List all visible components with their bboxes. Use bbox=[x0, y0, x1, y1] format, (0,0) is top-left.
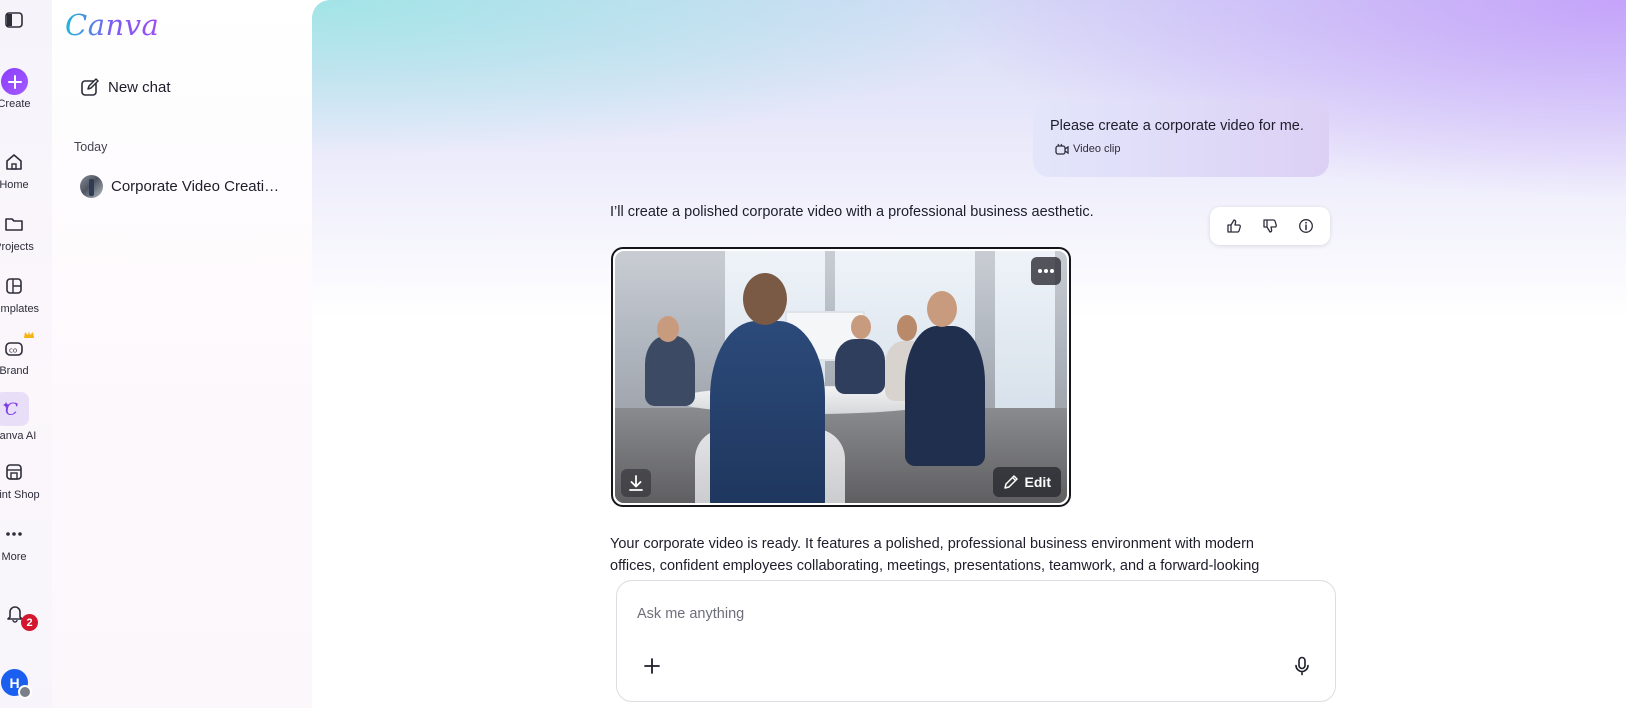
video-clip-icon bbox=[1055, 143, 1069, 155]
video-more-options-button[interactable] bbox=[1031, 257, 1061, 285]
thumbs-down-button[interactable] bbox=[1259, 215, 1281, 237]
home-icon bbox=[0, 148, 28, 176]
rail-item-label: More bbox=[1, 551, 27, 563]
download-icon bbox=[629, 475, 643, 491]
video-scene-person bbox=[645, 336, 695, 406]
generated-video-card[interactable]: Edit bbox=[611, 247, 1071, 507]
notification-badge: 2 bbox=[21, 614, 38, 631]
thumbs-down-icon bbox=[1263, 219, 1277, 233]
svg-text:co: co bbox=[9, 347, 17, 355]
edit-label: Edit bbox=[1024, 474, 1051, 490]
history-item-title: Corporate Video Creati… bbox=[111, 177, 280, 195]
create-button[interactable] bbox=[1, 68, 28, 95]
history-section-heading: Today bbox=[74, 140, 108, 154]
pencil-icon bbox=[1003, 475, 1018, 489]
canva-ai-app: Create Home Projects Templates co Brand bbox=[0, 0, 1626, 708]
history-thumbnail bbox=[80, 174, 103, 198]
rail-item-label: Home bbox=[0, 179, 29, 191]
chat-main: Please create a corporate video for me. … bbox=[312, 0, 1626, 708]
compose-icon bbox=[81, 78, 99, 96]
video-scene-person-head bbox=[657, 316, 679, 342]
chat-history-panel bbox=[52, 0, 312, 708]
user-message-text: Please create a corporate video for me. bbox=[1050, 118, 1304, 134]
user-message-bubble: Please create a corporate video for me. … bbox=[1033, 99, 1329, 177]
video-scene-person-head bbox=[897, 315, 917, 341]
info-icon bbox=[1299, 219, 1313, 233]
feedback-toolbar bbox=[1210, 207, 1330, 245]
thumbs-up-button[interactable] bbox=[1223, 215, 1245, 237]
plus-icon bbox=[644, 658, 660, 674]
rail-item-more[interactable]: More bbox=[0, 520, 52, 580]
rail-item-canva-ai[interactable]: C Canva AI bbox=[0, 392, 52, 452]
add-attachment-button[interactable] bbox=[639, 653, 665, 679]
video-scene-person-head bbox=[851, 315, 871, 339]
folder-icon bbox=[0, 210, 28, 238]
rail-item-templates[interactable]: Templates bbox=[0, 272, 52, 332]
rail-item-brand[interactable]: co Brand bbox=[0, 331, 52, 394]
video-scene-person bbox=[710, 321, 825, 503]
rail-item-projects[interactable]: Projects bbox=[0, 210, 52, 270]
templates-icon bbox=[0, 272, 28, 300]
video-scene-person bbox=[905, 326, 985, 466]
download-button[interactable] bbox=[621, 469, 651, 497]
more-horizontal-icon bbox=[1038, 269, 1054, 273]
voice-input-button[interactable] bbox=[1289, 653, 1315, 679]
sidebar-toggle-button[interactable] bbox=[4, 10, 24, 30]
team-avatar bbox=[18, 685, 32, 699]
microphone-icon bbox=[1295, 656, 1309, 676]
video-scene-person bbox=[835, 339, 885, 394]
canva-ai-icon: C bbox=[0, 392, 29, 426]
edit-video-button[interactable]: Edit bbox=[992, 467, 1061, 497]
assistant-followup-text: Your corporate video is ready. It featur… bbox=[610, 536, 1260, 574]
info-button[interactable] bbox=[1295, 215, 1317, 237]
chat-input[interactable] bbox=[637, 601, 1277, 627]
rail-item-print-shop[interactable]: Print Shop bbox=[0, 458, 52, 518]
chat-composer bbox=[616, 580, 1336, 702]
create-label: Create bbox=[0, 98, 31, 110]
plus-icon bbox=[7, 74, 22, 89]
rail-item-label: Canva AI bbox=[0, 430, 37, 442]
attachment-chip[interactable]: Video clip bbox=[1055, 143, 1313, 155]
rail-item-home[interactable]: Home bbox=[0, 148, 52, 208]
print-shop-icon bbox=[0, 458, 28, 486]
rail-item-label: Projects bbox=[0, 241, 34, 253]
video-scene-person-head bbox=[743, 273, 787, 325]
history-item[interactable]: Corporate Video Creati… bbox=[80, 174, 279, 198]
sidebar-toggle-icon bbox=[5, 12, 23, 28]
rail-item-label: Brand bbox=[0, 365, 29, 377]
assistant-intro-text: I’ll create a polished corporate video w… bbox=[610, 204, 1094, 220]
video-preview[interactable]: Edit bbox=[615, 251, 1067, 503]
new-chat-button[interactable]: New chat bbox=[80, 73, 171, 101]
svg-text:C: C bbox=[5, 400, 18, 419]
crown-icon bbox=[24, 331, 34, 338]
video-scene-person-head bbox=[927, 291, 957, 327]
thumbs-up-icon bbox=[1227, 219, 1241, 233]
left-rail: Create Home Projects Templates co Brand bbox=[0, 0, 52, 708]
rail-item-label: Templates bbox=[0, 303, 40, 315]
more-icon bbox=[0, 520, 28, 548]
attachment-label: Video clip bbox=[1073, 143, 1121, 155]
rail-item-label: Print Shop bbox=[0, 489, 40, 501]
canva-logo[interactable]: Canva bbox=[65, 8, 159, 42]
new-chat-label: New chat bbox=[108, 78, 171, 96]
